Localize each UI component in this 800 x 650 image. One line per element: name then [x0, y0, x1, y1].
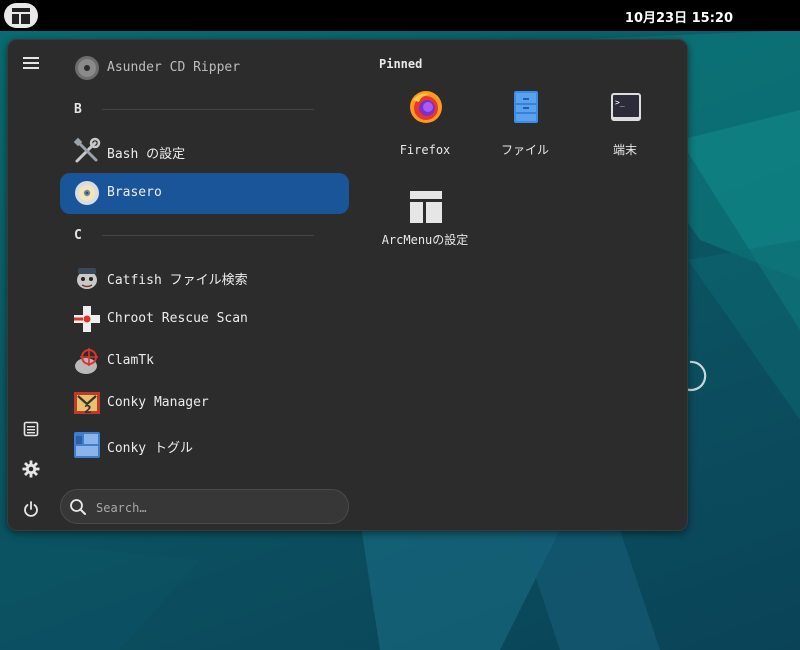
- list-item[interactable]: Asunder CD Ripper: [60, 48, 349, 89]
- terminal-icon: >_: [609, 90, 643, 124]
- list-item-label: ClamTk: [107, 353, 154, 368]
- firefox-icon: [409, 90, 443, 124]
- conky-toggle-icon: [72, 430, 102, 460]
- power-button[interactable]: [16, 494, 46, 524]
- arcmenu-settings-icon: [409, 190, 443, 224]
- svg-text:>_: >_: [615, 98, 625, 107]
- search-icon: [69, 498, 87, 516]
- section-divider: [102, 109, 314, 110]
- list-item-label: Chroot Rescue Scan: [107, 311, 248, 326]
- top-bar: 10月23日 15:20: [0, 0, 800, 31]
- list-item-label: Conky Manager: [107, 395, 209, 410]
- cd-icon: [72, 53, 102, 83]
- gear-icon: [22, 460, 40, 478]
- menu-sidebar: [8, 40, 54, 530]
- clamtk-icon: [72, 346, 102, 376]
- pinned-tile-files[interactable]: ファイル: [478, 84, 572, 166]
- menu-hamburger-button[interactable]: [16, 48, 46, 78]
- power-icon: [24, 501, 38, 517]
- svg-text:2: 2: [84, 403, 92, 416]
- disc-burner-icon: [72, 178, 102, 208]
- search-box[interactable]: [60, 489, 349, 524]
- list-item-label: Brasero: [107, 185, 162, 200]
- pinned-tile-arcmenu-settings[interactable]: ArcMenuの設定: [378, 184, 472, 276]
- pinned-tile-label: Firefox: [399, 143, 451, 157]
- pinned-tile-label: 端末: [612, 143, 637, 157]
- section-header: C: [74, 228, 82, 243]
- list-item[interactable]: Chroot Rescue Scan: [60, 299, 349, 340]
- search-input[interactable]: [94, 497, 338, 519]
- list-item-label: Asunder CD Ripper: [107, 60, 241, 75]
- section-header: B: [74, 102, 82, 117]
- catfish-icon: [72, 262, 102, 292]
- list-item-label: Conky トグル: [107, 441, 193, 456]
- hamburger-icon: [23, 57, 39, 69]
- files-icon: [509, 90, 543, 124]
- list-item-label: Bash の設定: [107, 147, 186, 162]
- rescue-icon: [72, 304, 102, 334]
- list-item[interactable]: Bash の設定: [60, 131, 349, 172]
- list-item[interactable]: 2 Conky Manager: [60, 383, 349, 424]
- clock[interactable]: 10月23日 15:20: [0, 7, 800, 26]
- settings-button[interactable]: [16, 454, 46, 484]
- pinned-tile-label: ファイル: [500, 143, 549, 157]
- app-list: Asunder CD Ripper B Bash の設定 Brasero C C…: [60, 40, 350, 485]
- section-divider: [102, 235, 314, 236]
- pinned-tile-label: ArcMenuの設定: [381, 233, 469, 247]
- list-item[interactable]: Catfish ファイル検索: [60, 257, 349, 298]
- list-item[interactable]: ClamTk: [60, 341, 349, 382]
- arc-menu-panel: Asunder CD Ripper B Bash の設定 Brasero C C…: [7, 39, 688, 531]
- list-item[interactable]: Conky トグル: [60, 425, 349, 466]
- conky-manager-icon: 2: [72, 388, 102, 418]
- pinned-tile-terminal[interactable]: >_ 端末: [578, 84, 672, 166]
- pinned-tile-firefox[interactable]: Firefox: [378, 84, 472, 166]
- tools-icon: [72, 136, 102, 166]
- pinned-title: Pinned: [379, 57, 423, 71]
- document-icon: [23, 421, 39, 437]
- list-item-selected[interactable]: Brasero: [60, 173, 349, 214]
- list-item-label: Catfish ファイル検索: [107, 273, 248, 288]
- documents-button[interactable]: [16, 414, 46, 444]
